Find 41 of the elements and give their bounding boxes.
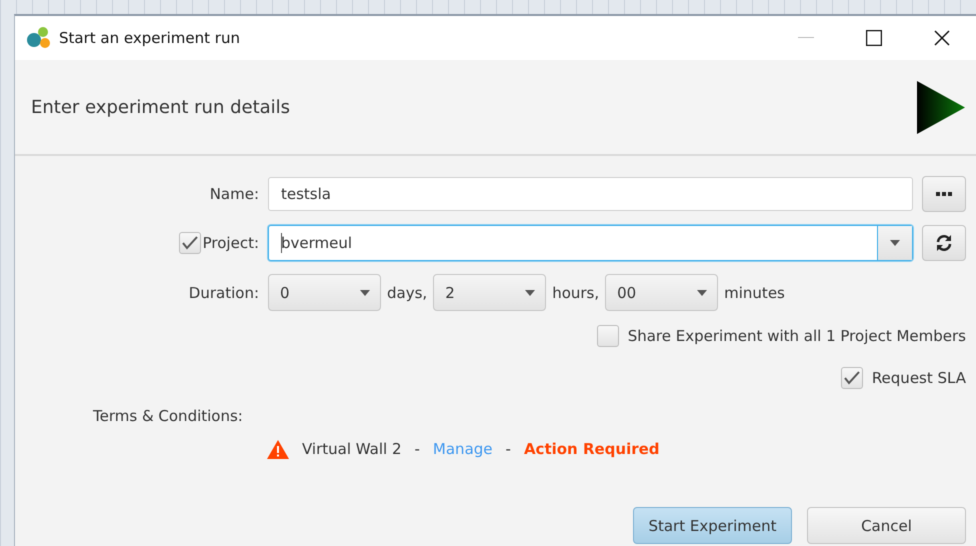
unit-label: hours, [552,284,600,302]
start-button[interactable]: Start Experiment [633,507,792,544]
option-label: Request SLA [872,369,966,387]
refresh-button[interactable] [922,225,966,261]
maximize-icon [866,30,882,46]
duration-label: Duration: [188,284,259,302]
project-checkbox[interactable] [178,232,201,254]
name-label: Name: [208,185,259,203]
status-text: Action Required [524,440,660,458]
project-combo-box[interactable]: bvermeul [268,225,913,261]
separator: - [506,440,511,458]
checkmark-icon [844,371,860,385]
refresh-icon [935,234,953,252]
option-label: Share Experiment with all 1 Project Members [628,327,966,345]
dropdown-arrow-icon [697,290,708,296]
close-icon [934,30,950,46]
project-label: Project: [202,234,259,252]
testbed-name: Virtual Wall 2 [302,440,402,458]
duration-dropdown[interactable]: 0 [268,274,381,311]
browse-button[interactable] [922,176,966,212]
option-checkbox[interactable] [596,325,619,347]
window-title: Start an experiment run [59,29,241,47]
dropdown-arrow-icon [360,290,370,296]
duration-dropdown[interactable]: 00 [605,274,718,311]
duration-dropdown[interactable]: 2 [433,274,546,311]
unit-label: minutes [724,284,785,302]
more-icon [936,192,952,196]
app-logo-icon [27,27,51,49]
dropdown-arrow-icon [890,240,900,246]
dropdown-arrow-icon [525,290,536,296]
name-field[interactable]: testsla [268,177,913,211]
play-icon [916,80,966,134]
warning-icon [267,440,289,458]
terms-label: Terms & Conditions: [93,407,244,425]
cancel-button[interactable]: Cancel [807,507,966,544]
option-checkbox[interactable] [840,367,863,389]
minimize-icon [798,37,814,39]
header-title: Enter experiment run details [31,96,290,118]
unit-label: days, [387,284,428,302]
checkmark-icon [182,236,198,250]
separator: - [414,440,420,458]
